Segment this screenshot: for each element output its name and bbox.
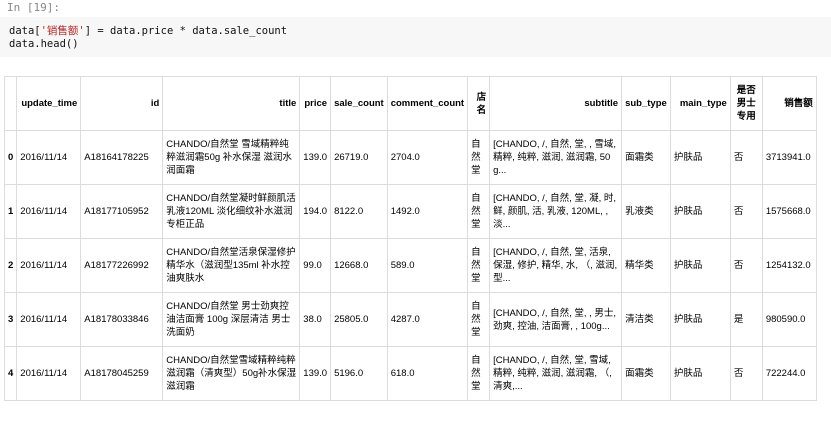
table-cell: 清洁类 [621,292,671,347]
table-cell: 否 [729,238,763,293]
column-header: main_type [669,76,731,131]
table-cell: 99.0 [299,238,332,293]
table-cell: 618.0 [386,346,469,401]
table-cell: 护肤品 [669,238,731,293]
output-area: update_time id title price sale_count co… [3,76,817,401]
table-cell: 12668.0 [330,238,388,293]
table-cell: 2704.0 [386,130,469,185]
table-cell: [CHANDO, /, 自然, 堂, 雪域, 精粹, 纯粹, 滋润, 滋润霜, … [489,346,623,401]
column-header [3,76,18,131]
table-cell: 1492.0 [386,184,469,239]
table-cell: 乳液类 [621,184,671,239]
table-cell: 护肤品 [669,130,731,185]
table-cell: 980590.0 [761,292,817,347]
column-header: update_time [16,76,82,131]
table-cell: 否 [729,184,763,239]
table-cell: 自然堂 [467,130,491,185]
table-cell: 38.0 [299,292,332,347]
table-cell: 194.0 [299,184,332,239]
column-header: 店名 [467,76,491,131]
table-cell: 2016/11/14 [16,238,82,293]
table-cell: 139.0 [299,346,332,401]
table-cell: [CHANDO, /, 自然, 堂, , 雪域, 精粹, 纯粹, 滋润, 滋润霜… [489,130,623,185]
table-cell: 护肤品 [669,292,731,347]
table-cell: 2016/11/14 [16,184,82,239]
table-cell: 25805.0 [330,292,388,347]
table-cell: 2016/11/14 [16,130,82,185]
table-cell: 面霜类 [621,346,671,401]
column-header: id [80,76,164,131]
column-header: comment_count [386,76,469,131]
code-cell[interactable]: data['销售额'] = data.price * data.sale_cou… [0,17,831,57]
code-text: data[ [9,25,41,37]
table-cell: 自然堂 [467,346,491,401]
row-index: 0 [3,130,18,185]
table-cell: 139.0 [299,130,332,185]
table-cell: 1254132.0 [761,238,817,293]
column-header: sale_count [330,76,388,131]
column-header: subtitle [489,76,623,131]
table-row: 1 2016/11/14 A18177105952 CHANDO/自然堂凝时鲜颜… [3,184,817,239]
table-cell: 否 [729,346,763,401]
column-header: price [299,76,332,131]
table-cell: A18177226992 [80,238,164,293]
table-cell: A18178033846 [80,292,164,347]
table-cell: 1575668.0 [761,184,817,239]
table-cell: CHANDO/自然堂 雪域精粹纯粹滋润霜50g 补水保湿 滋润水润面霜 [162,130,301,185]
table-row: 2 2016/11/14 A18177226992 CHANDO/自然堂活泉保湿… [3,238,817,293]
code-string: '销售额' [40,25,85,37]
table-cell: 护肤品 [669,184,731,239]
table-cell: A18178045259 [80,346,164,401]
table-cell: 护肤品 [669,346,731,401]
table-cell: CHANDO/自然堂 男士劲爽控油洁面膏 100g 深层清洁 男士洗面奶 [162,292,301,347]
table-cell: 4287.0 [386,292,469,347]
table-row: 0 2016/11/14 A18164178225 CHANDO/自然堂 雪域精… [3,130,817,185]
table-cell: 5196.0 [330,346,388,401]
table-cell: 722244.0 [761,346,817,401]
table-cell: [CHANDO, /, 自然, 堂, , 男士, 劲爽, 控油, 洁面膏, , … [489,292,623,347]
table-cell: 否 [729,130,763,185]
dataframe-table: update_time id title price sale_count co… [3,76,817,401]
cell-prompt: In [19]: [7,1,60,14]
table-cell: 自然堂 [467,184,491,239]
table-cell: 8122.0 [330,184,388,239]
table-cell: 是 [729,292,763,347]
row-index: 2 [3,238,18,293]
table-cell: 自然堂 [467,292,491,347]
table-cell: 3713941.0 [761,130,817,185]
code-text: data.head() [9,38,79,50]
table-cell: CHANDO/自然堂凝时鲜颜肌活乳液120ML 淡化细纹补水滋润专柜正品 [162,184,301,239]
table-cell: 2016/11/14 [16,346,82,401]
table-cell: 2016/11/14 [16,292,82,347]
table-cell: 面霜类 [621,130,671,185]
table-cell: [CHANDO, /, 自然, 堂, 活泉, 保湿, 修护, 精华, 水, （,… [489,238,623,293]
row-index: 3 [3,292,18,347]
table-cell: CHANDO/自然堂活泉保湿修护精华水（滋润型135ml 补水控油爽肤水 [162,238,301,293]
table-cell: A18177105952 [80,184,164,239]
header-row: update_time id title price sale_count co… [3,76,817,131]
row-index: 1 [3,184,18,239]
column-header: title [162,76,301,131]
table-cell: 26719.0 [330,130,388,185]
table-cell: 自然堂 [467,238,491,293]
column-header: 是否男士专用 [729,76,763,131]
column-header: sub_type [621,76,671,131]
table-row: 4 2016/11/14 A18178045259 CHANDO/自然堂雪域精粹… [3,346,817,401]
table-cell: [CHANDO, /, 自然, 堂, 凝, 时, 鲜, 颜肌, 活, 乳液, 1… [489,184,623,239]
column-header: 销售额 [761,76,817,131]
table-cell: CHANDO/自然堂雪域精粹纯粹滋润霜（清爽型）50g补水保湿滋润霜 [162,346,301,401]
code-text: ] = data.price * data.sale_count [84,25,288,37]
table-cell: 精华类 [621,238,671,293]
row-index: 4 [3,346,18,401]
table-cell: 589.0 [386,238,469,293]
table-row: 3 2016/11/14 A18178033846 CHANDO/自然堂 男士劲… [3,292,817,347]
table-cell: A18164178225 [80,130,164,185]
